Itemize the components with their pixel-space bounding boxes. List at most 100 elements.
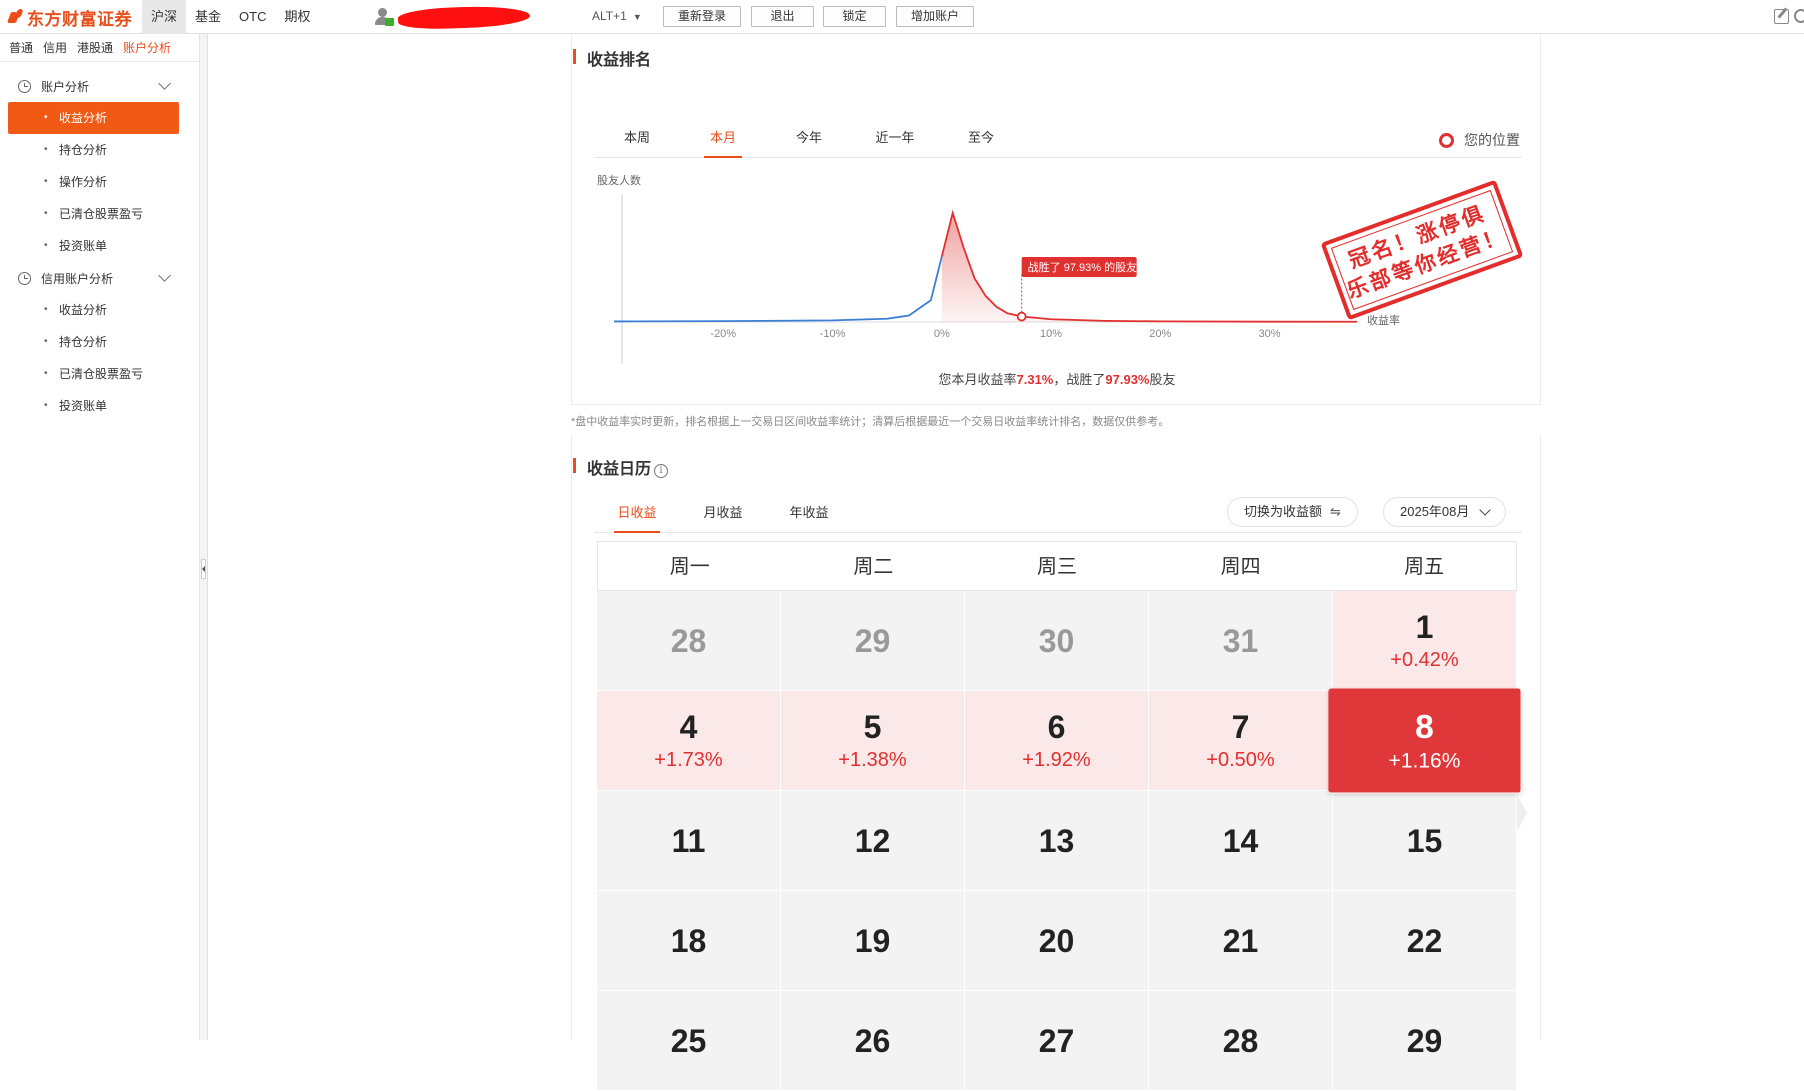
calendar-day[interactable]: 31 bbox=[1149, 591, 1333, 691]
tab-hushen[interactable]: 沪深 bbox=[142, 0, 187, 34]
panel-splitter[interactable] bbox=[200, 34, 208, 1040]
tab-hk-connect[interactable]: 港股通 bbox=[72, 34, 118, 62]
weekday-header: 周一 周二 周三 周四 周五 bbox=[597, 541, 1517, 591]
calendar-day[interactable]: 21 bbox=[1149, 891, 1333, 991]
profit-calendar: 周一 周二 周三 周四 周五 28 29 30 31 1 +0.42% 4 +1.73% 5 +1… bbox=[597, 541, 1522, 1091]
sidebar-item-label: 投资账单 bbox=[59, 399, 108, 413]
calendar-day[interactable]: 29 bbox=[1333, 991, 1517, 1091]
sidebar-item-credit-bill[interactable]: 投资账单 bbox=[0, 390, 199, 422]
day-number: 22 bbox=[1406, 922, 1443, 959]
tab-otc[interactable]: OTC bbox=[230, 0, 275, 34]
calendar-day[interactable]: 29 bbox=[781, 591, 965, 691]
positive-area bbox=[941, 212, 1357, 322]
position-marker-icon bbox=[1439, 132, 1454, 148]
tab-account-analysis[interactable]: 账户分析 bbox=[118, 34, 176, 62]
calendar-day[interactable]: 22 bbox=[1333, 891, 1517, 991]
calendar-day[interactable]: 15 bbox=[1333, 791, 1517, 891]
sidebar-item-credit-profit[interactable]: 收益分析 bbox=[0, 294, 199, 326]
relogin-button[interactable]: 重新登录 bbox=[663, 6, 741, 27]
calendar-day[interactable]: 14 bbox=[1149, 791, 1333, 891]
info-icon[interactable]: i bbox=[654, 464, 669, 478]
tab-to-date[interactable]: 至今 bbox=[938, 118, 1024, 158]
calendar-day[interactable]: 13 bbox=[965, 791, 1149, 891]
edit-icon[interactable] bbox=[1774, 9, 1789, 24]
calendar-day[interactable]: 26 bbox=[781, 991, 965, 1091]
sidebar-item-operation-analysis[interactable]: 操作分析 bbox=[0, 166, 199, 198]
tab-options[interactable]: 期权 bbox=[275, 0, 319, 34]
tab-this-week[interactable]: 本周 bbox=[594, 118, 680, 158]
sidebar-item-profit-analysis[interactable]: 收益分析 bbox=[8, 102, 179, 134]
calendar-day[interactable]: 7 +0.50% bbox=[1149, 691, 1333, 791]
sidebar-item-cleared-pnl[interactable]: 已清仓股票盈亏 bbox=[0, 198, 199, 230]
sidebar-item-credit-holding[interactable]: 持仓分析 bbox=[0, 326, 199, 358]
group-label: 账户分析 bbox=[41, 79, 90, 94]
ranking-summary: 您本月收益率7.31%，战胜了97.93%股友 bbox=[572, 369, 1542, 388]
calendar-day[interactable]: 25 bbox=[597, 991, 781, 1091]
ranking-title: 收益排名 bbox=[573, 46, 651, 70]
account-switch-dropdown[interactable]: ALT+1 ▼ bbox=[592, 9, 642, 23]
calendar-day[interactable]: 11 bbox=[597, 791, 781, 891]
month-select[interactable]: 2025年08月 bbox=[1383, 497, 1507, 527]
logout-button[interactable]: 退出 bbox=[751, 6, 814, 27]
calendar-day[interactable]: 30 bbox=[965, 591, 1149, 691]
calendar-grid: 28 29 30 31 1 +0.42% 4 +1.73% 5 +1.38% 6 +1.92% 7 +0.… bbox=[597, 591, 1522, 1091]
day-number: 20 bbox=[1038, 922, 1075, 959]
ranking-card: 收益排名 本周 本月 今年 近一年 至今 您的位置 股友人数 -20% -10% 0… bbox=[571, 34, 1541, 405]
calendar-day[interactable]: 27 bbox=[965, 991, 1149, 1091]
your-position-marker[interactable] bbox=[1016, 311, 1027, 322]
negative-return-line bbox=[613, 256, 943, 323]
user-status-icon[interactable] bbox=[374, 8, 394, 26]
calendar-day-selected[interactable]: 8 +1.16% bbox=[1328, 688, 1522, 794]
weekday-mon: 周一 bbox=[669, 556, 710, 578]
day-number: 1 bbox=[1415, 608, 1434, 645]
x-tick-label: 20% bbox=[1149, 328, 1171, 340]
sidebar-item-holding-analysis[interactable]: 持仓分析 bbox=[0, 134, 199, 166]
lock-button[interactable]: 锁定 bbox=[823, 6, 886, 27]
calendar-day[interactable]: 28 bbox=[1149, 991, 1333, 1091]
calendar-day[interactable]: 1 +0.42% bbox=[1333, 591, 1517, 691]
calendar-day[interactable]: 4 +1.73% bbox=[597, 691, 781, 791]
tab-daily-profit[interactable]: 日收益 bbox=[594, 493, 680, 533]
tab-last-year[interactable]: 近一年 bbox=[852, 118, 938, 158]
calendar-day[interactable]: 12 bbox=[781, 791, 965, 891]
group-account-analysis[interactable]: 账户分析 bbox=[0, 70, 199, 102]
sidebar-item-label: 收益分析 bbox=[59, 303, 108, 317]
calendar-day[interactable]: 6 +1.92% bbox=[965, 691, 1149, 791]
sidebar-item-credit-cleared-pnl[interactable]: 已清仓股票盈亏 bbox=[0, 358, 199, 390]
group-credit-analysis[interactable]: 信用账户分析 bbox=[0, 262, 199, 294]
x-tick-label: -10% bbox=[820, 328, 846, 340]
tab-monthly-profit[interactable]: 月收益 bbox=[680, 493, 766, 533]
user-head bbox=[378, 8, 387, 17]
day-return: +1.73% bbox=[654, 748, 723, 771]
caret-down-icon: ▼ bbox=[632, 12, 642, 22]
redacted-account-name bbox=[397, 4, 531, 31]
sidebar-item-investment-bill[interactable]: 投资账单 bbox=[0, 230, 199, 262]
tab-this-year[interactable]: 今年 bbox=[766, 118, 852, 158]
next-arrow-icon[interactable] bbox=[1517, 795, 1527, 831]
tab-normal[interactable]: 普通 bbox=[4, 34, 38, 62]
disclaimer-note: *盘中收益率实时更新，排名根据上一交易日区间收益率统计；清算后根据最近一个交易日… bbox=[571, 416, 1170, 428]
weekday-tue: 周二 bbox=[853, 556, 894, 578]
calendar-day[interactable]: 28 bbox=[597, 591, 781, 691]
position-legend: 您的位置 bbox=[1439, 130, 1520, 150]
day-return: +1.16% bbox=[1388, 748, 1461, 772]
day-number: 5 bbox=[863, 708, 882, 745]
account-type-tabs: 普通 信用 港股通 账户分析 bbox=[0, 34, 199, 62]
day-number: 14 bbox=[1222, 822, 1259, 859]
calendar-day[interactable]: 19 bbox=[781, 891, 965, 991]
collapse-arrow-icon[interactable] bbox=[201, 559, 206, 579]
tab-yearly-profit[interactable]: 年收益 bbox=[766, 493, 852, 533]
tab-fund[interactable]: 基金 bbox=[186, 0, 230, 34]
x-tick-label: 30% bbox=[1259, 328, 1281, 340]
calendar-day[interactable]: 20 bbox=[965, 891, 1149, 991]
day-number: 29 bbox=[1406, 1022, 1443, 1059]
calendar-day[interactable]: 18 bbox=[597, 891, 781, 991]
calendar-title: 收益日历 i bbox=[573, 455, 669, 479]
tab-credit[interactable]: 信用 bbox=[38, 34, 72, 62]
switch-amount-button[interactable]: 切换为收益额 ⇋ bbox=[1227, 497, 1358, 527]
add-account-button[interactable]: 增加账户 bbox=[896, 6, 974, 27]
refresh-icon[interactable] bbox=[1794, 9, 1804, 23]
top-bar: 东方财富证券 沪深 基金 OTC 期权 ALT+1 ▼ 重新登录 退出 锁定 增加… bbox=[0, 0, 1804, 34]
calendar-day[interactable]: 5 +1.38% bbox=[781, 691, 965, 791]
tab-this-month[interactable]: 本月 bbox=[680, 118, 766, 158]
